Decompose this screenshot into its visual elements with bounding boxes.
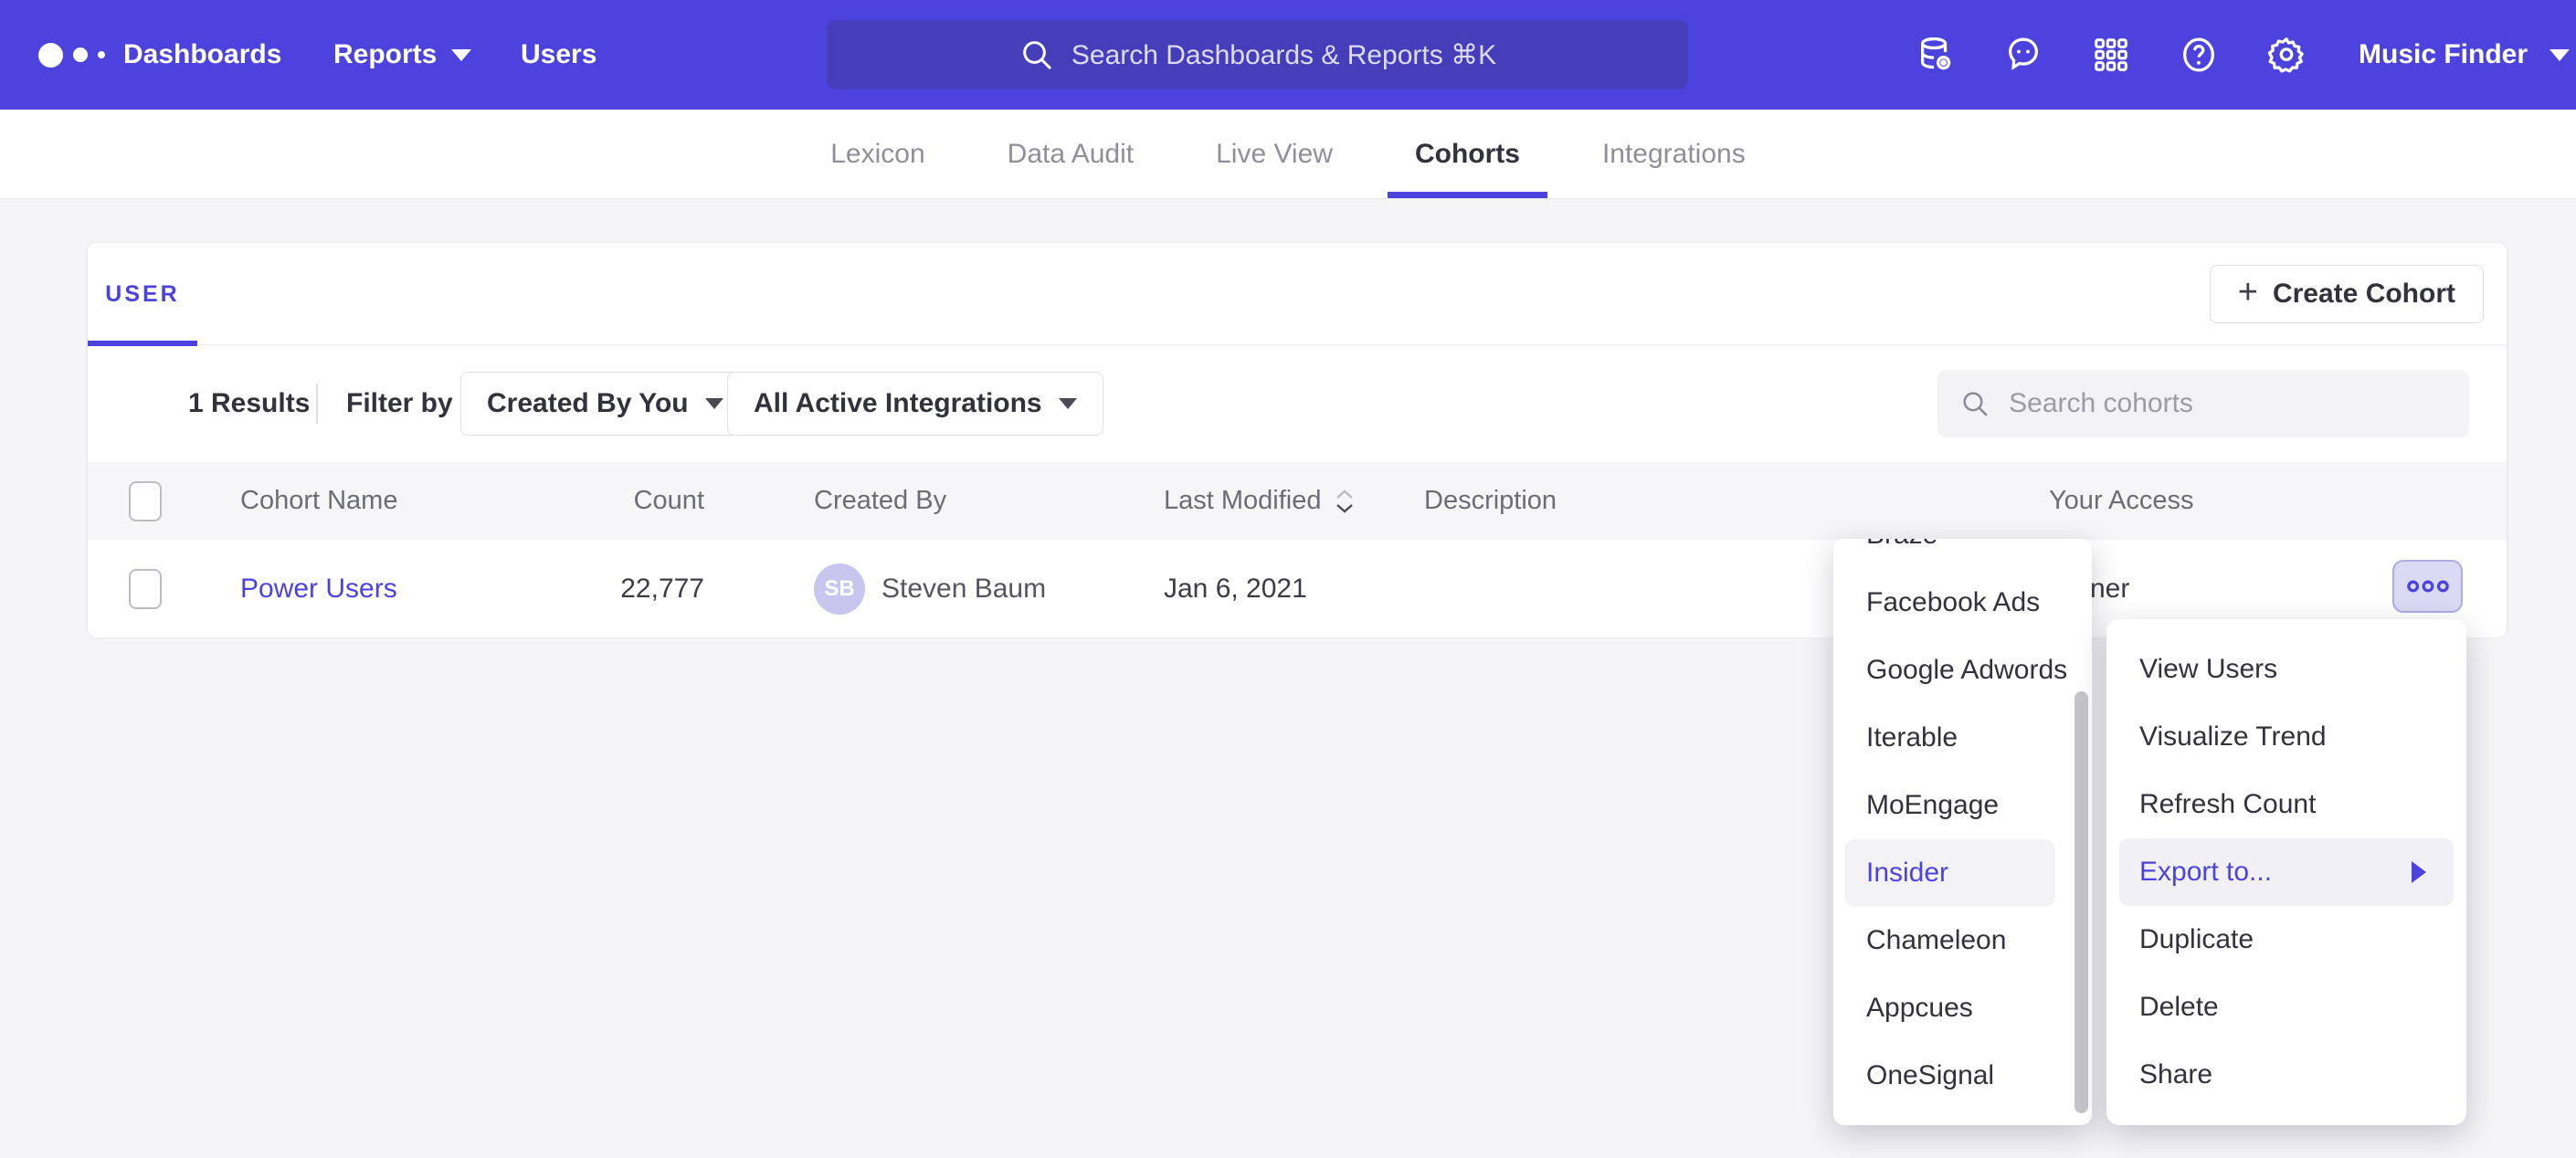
cohort-search-input[interactable] xyxy=(2009,388,2447,419)
menu-item-duplicate[interactable]: Duplicate xyxy=(2106,906,2466,974)
export-submenu-list: Braze Facebook Ads Google Adwords Iterab… xyxy=(1833,539,2092,1110)
cohort-count: 22,777 xyxy=(480,540,704,637)
row-checkbox[interactable] xyxy=(129,569,162,609)
created-by-name: Steven Baum xyxy=(882,574,1046,605)
menu-item-refresh-count[interactable]: Refresh Count xyxy=(2106,771,2466,838)
avatar: SB xyxy=(814,563,865,615)
submenu-item-google-adwords[interactable]: Google Adwords xyxy=(1833,637,2092,704)
submenu-item-moengage[interactable]: MoEngage xyxy=(1833,772,2092,839)
apps-grid-icon[interactable] xyxy=(2090,34,2132,76)
filter-bar: 1 Results Filter by Created By You All A… xyxy=(88,345,2507,462)
nav-item-reports[interactable]: Reports xyxy=(333,0,471,110)
last-modified-cell: Jan 6, 2021 xyxy=(1164,540,1307,637)
column-header-description[interactable]: Description xyxy=(1424,462,1557,540)
secondary-navbar: Lexicon Data Audit Live View Cohorts Int… xyxy=(0,110,2576,199)
cohort-search-field xyxy=(1937,370,2469,437)
topnav-icon-group xyxy=(1915,0,2307,110)
secondary-tabs: Lexicon Data Audit Live View Cohorts Int… xyxy=(803,110,1772,198)
nav-item-dashboards[interactable]: Dashboards xyxy=(123,0,281,110)
help-icon[interactable] xyxy=(2178,34,2220,76)
global-search-placeholder: Search Dashboards & Reports ⌘K xyxy=(1072,39,1496,71)
chevron-down-icon xyxy=(1059,398,1077,409)
scrollbar-thumb[interactable] xyxy=(2075,691,2088,1113)
submenu-item-iterable[interactable]: Iterable xyxy=(1833,704,2092,772)
filter-by-label: Filter by xyxy=(346,345,453,462)
tab-integrations[interactable]: Integrations xyxy=(1575,110,1773,198)
submenu-item-facebook-ads[interactable]: Facebook Ads xyxy=(1833,569,2092,637)
filter-integrations-dropdown[interactable]: All Active Integrations xyxy=(727,372,1103,436)
top-navbar: Dashboards Reports Users Search Dashboar… xyxy=(0,0,2576,110)
column-header-last-modified[interactable]: Last Modified xyxy=(1164,462,1355,540)
row-actions-button[interactable] xyxy=(2392,560,2463,613)
search-icon xyxy=(1019,37,1055,73)
nav-item-users[interactable]: Users xyxy=(521,0,596,110)
tab-data-audit[interactable]: Data Audit xyxy=(980,110,1161,198)
logo-dot-small xyxy=(98,51,105,58)
tab-user-cohorts[interactable]: USER xyxy=(88,243,197,345)
select-all-checkbox[interactable] xyxy=(129,481,162,521)
menu-item-delete[interactable]: Delete xyxy=(2106,974,2466,1041)
cohort-name-link[interactable]: Power Users xyxy=(240,574,397,605)
submenu-item-chameleon[interactable]: Chameleon xyxy=(1833,907,2092,974)
submenu-item-insider[interactable]: Insider xyxy=(1844,839,2055,907)
menu-item-export-to[interactable]: Export to... xyxy=(2119,838,2454,906)
submenu-item-braze[interactable]: Braze xyxy=(1833,539,2092,569)
cohort-type-tabbar: USER + Create Cohort xyxy=(88,243,2507,345)
table-header: Cohort Name Count Created By Last Modifi… xyxy=(88,462,2507,540)
tab-live-view[interactable]: Live View xyxy=(1188,110,1360,198)
results-count: 1 Results xyxy=(188,345,310,462)
column-header-created-by[interactable]: Created By xyxy=(814,462,946,540)
tab-lexicon[interactable]: Lexicon xyxy=(803,110,952,198)
logo-dot-medium xyxy=(73,47,88,62)
divider xyxy=(316,384,318,424)
search-icon xyxy=(1959,386,1990,421)
menu-item-visualize-trend[interactable]: Visualize Trend xyxy=(2106,703,2466,771)
data-management-icon[interactable] xyxy=(1915,34,1957,76)
brand-logo[interactable] xyxy=(38,0,105,110)
feedback-icon[interactable] xyxy=(2002,34,2044,76)
submenu-item-onesignal[interactable]: OneSignal xyxy=(1833,1042,2092,1110)
plus-icon: + xyxy=(2238,275,2258,310)
sort-icon[interactable] xyxy=(1335,489,1355,514)
submenu-item-appcues[interactable]: Appcues xyxy=(1833,974,2092,1042)
project-name: Music Finder xyxy=(2359,39,2528,70)
chevron-down-icon xyxy=(705,398,723,409)
ellipsis-icon xyxy=(2405,577,2451,595)
menu-item-view-users[interactable]: View Users xyxy=(2106,636,2466,703)
column-header-cohort-name[interactable]: Cohort Name xyxy=(240,462,397,540)
filter-created-by-dropdown[interactable]: Created By You xyxy=(460,372,750,436)
tab-cohorts[interactable]: Cohorts xyxy=(1388,110,1547,198)
create-cohort-button[interactable]: + Create Cohort xyxy=(2210,265,2484,323)
chevron-down-icon xyxy=(451,49,471,61)
created-by-cell: SB Steven Baum xyxy=(814,540,1046,637)
column-header-your-access[interactable]: Your Access xyxy=(2049,462,2194,540)
global-search-input[interactable]: Search Dashboards & Reports ⌘K xyxy=(827,20,1688,89)
row-context-menu: View Users Visualize Trend Refresh Count… xyxy=(2106,619,2466,1125)
export-submenu: Braze Facebook Ads Google Adwords Iterab… xyxy=(1833,539,2092,1125)
column-header-count[interactable]: Count xyxy=(480,462,704,540)
logo-dot-large xyxy=(38,43,63,68)
submenu-arrow-icon xyxy=(2412,861,2426,883)
menu-item-share[interactable]: Share xyxy=(2106,1041,2466,1109)
cohorts-panel: USER + Create Cohort 1 Results Filter by… xyxy=(87,242,2507,637)
project-switcher[interactable]: Music Finder xyxy=(2359,0,2570,110)
settings-icon[interactable] xyxy=(2265,34,2307,76)
chevron-down-icon xyxy=(2550,49,2570,61)
